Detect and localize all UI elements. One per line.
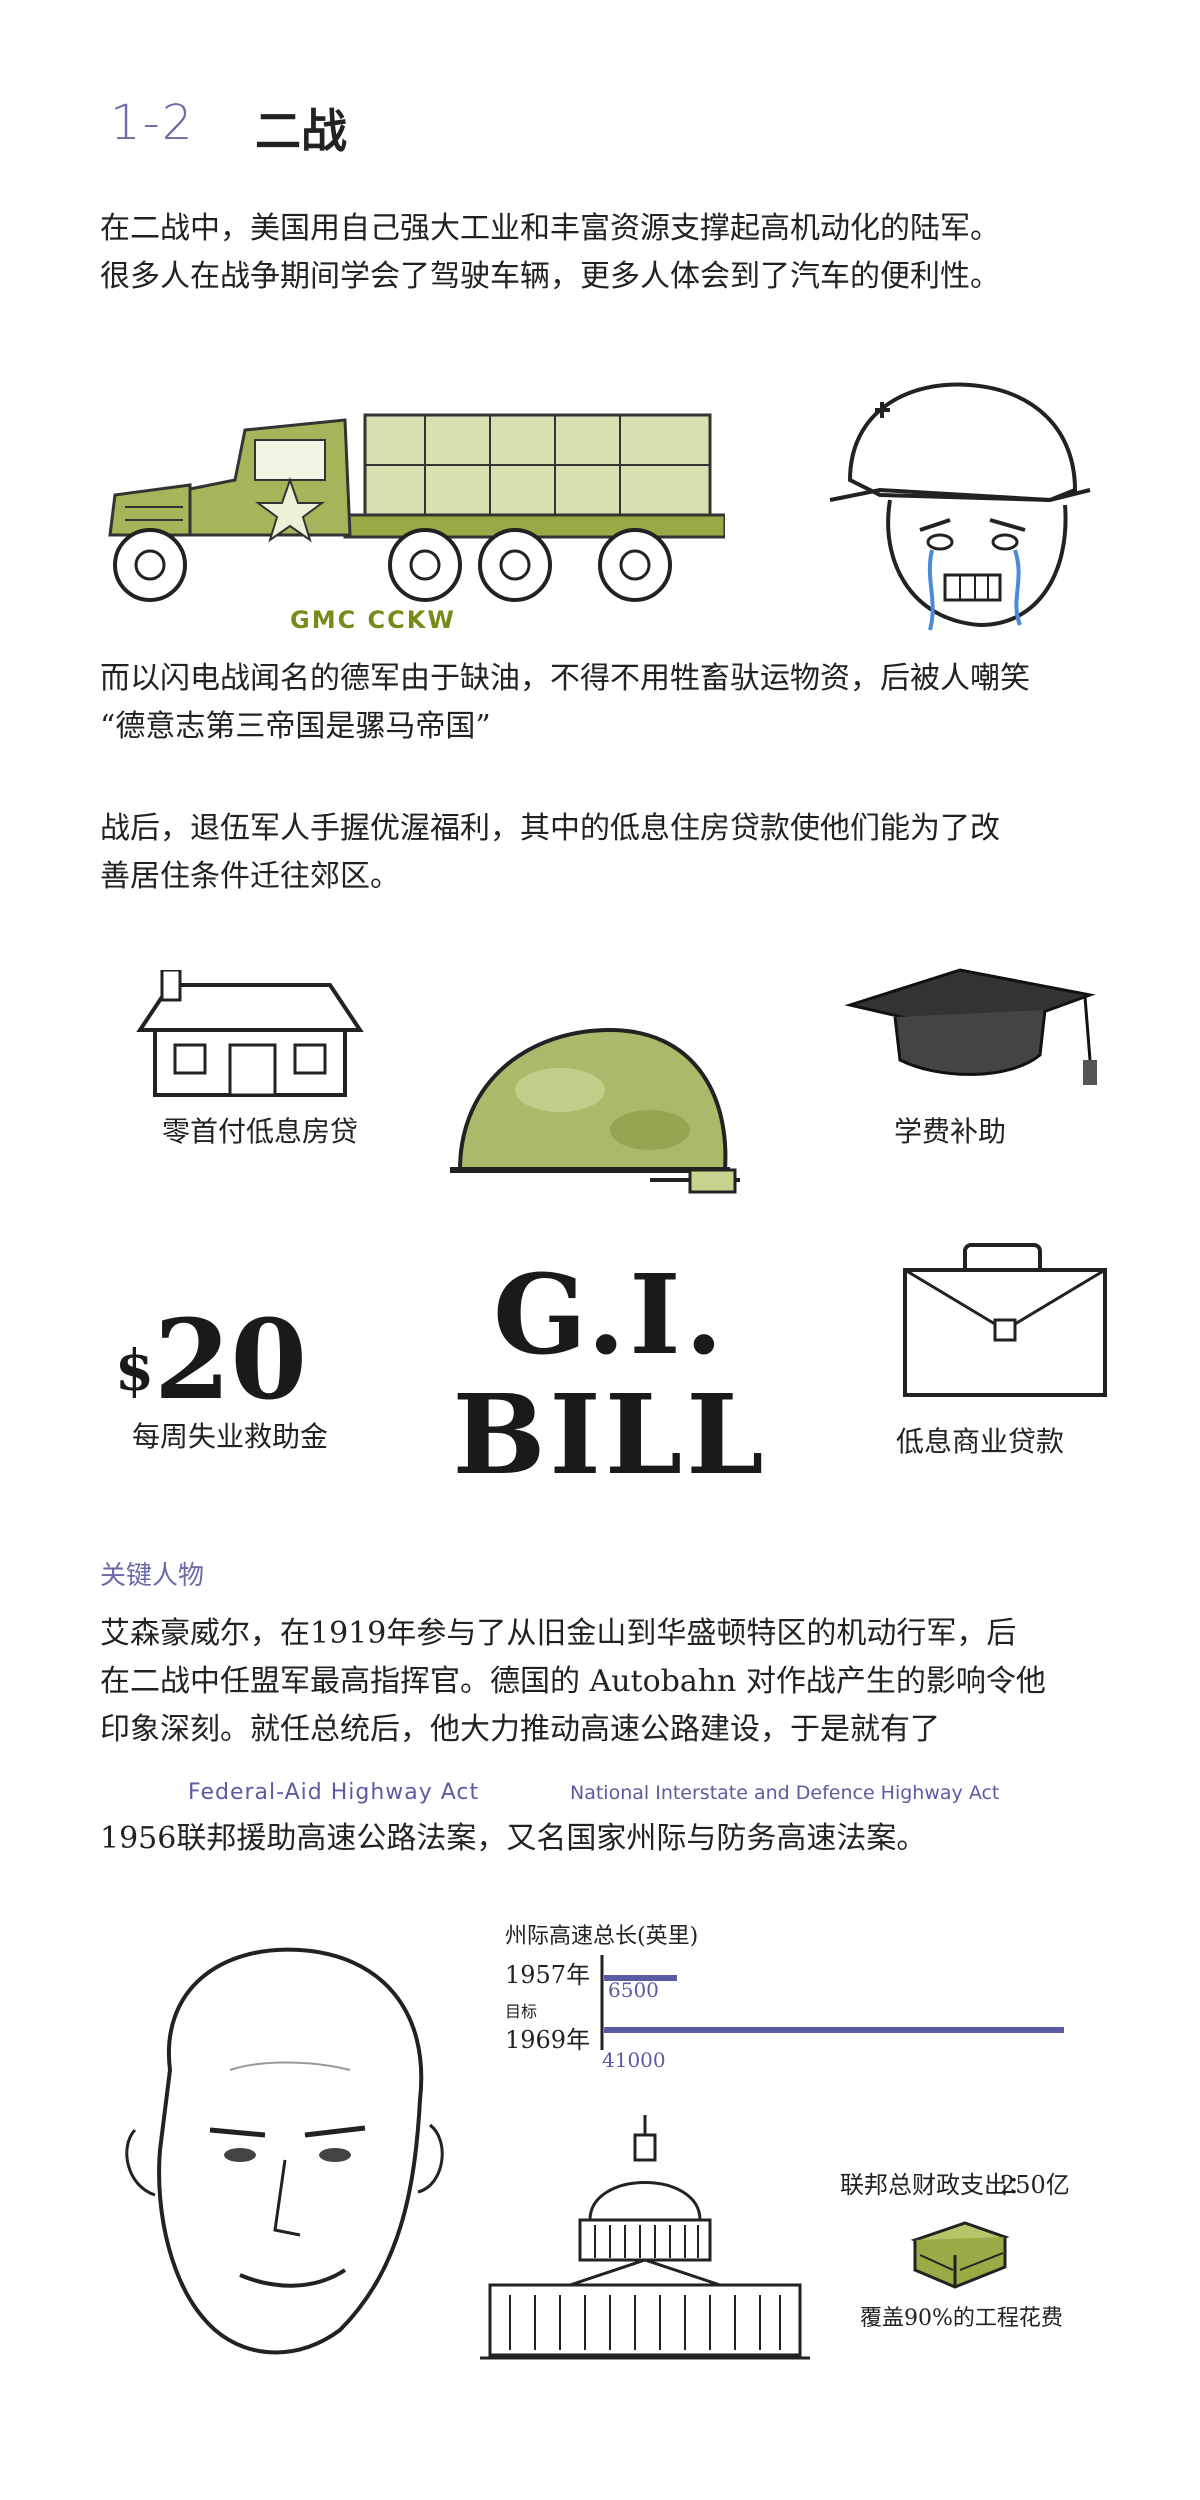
ike-line-2: 在二战中任盟军最高指挥官。德国的 Autobahn 对作战产生的影响令他	[100, 1664, 1046, 1699]
money-stack-icon	[910, 2221, 1010, 2289]
act-english-name-1: Federal-Aid Highway Act	[188, 1780, 480, 1805]
graduation-cap-icon	[844, 968, 1097, 1085]
intro-line-1: 在二战中，美国用自己强大工业和丰富资源支撑起高机动化的陆军。	[100, 211, 1000, 246]
dollar-sign: $	[115, 1338, 154, 1404]
benefit-business-loan-caption: 低息商业贷款	[895, 1425, 1064, 1458]
key-figure-label: 关键人物	[100, 1561, 205, 1591]
gi-bill-line-2: BILL	[452, 1370, 768, 1499]
chart-category-1969: 1969年	[505, 2026, 591, 2054]
section-title: 二战	[255, 104, 347, 158]
ike-line-3: 印象深刻。就任总统后，他大力推动高速公路建设，于是就有了	[100, 1712, 940, 1747]
blitz-line-1: 而以闪电战闻名的德军由于缺油，不得不用牲畜驮运物资，后被人嘲笑	[100, 661, 1030, 696]
intro-paragraph: 在二战中，美国用自己强大工业和丰富资源支撑起高机动化的陆军。 很多人在战争期间学…	[100, 205, 1160, 301]
act-line: 1956联邦援助高速公路法案，又名国家州际与防务高速法案。	[100, 1821, 927, 1856]
blitz-paragraph: 而以闪电战闻名的德军由于缺油，不得不用牲畜驮运物资，后被人嘲笑 “德意志第三帝国…	[100, 655, 1160, 751]
chart-value-label-1957: 6500	[608, 1978, 659, 2002]
benefit-tuition-caption: 学费补助	[893, 1115, 1006, 1148]
benefit-house-caption: 零首付低息房贷	[161, 1115, 358, 1148]
briefcase-icon	[903, 1243, 1107, 1397]
weekly-amount: $20	[115, 1295, 307, 1424]
postwar-line-2: 善居住条件迁往郊区。	[100, 859, 400, 894]
spending-coverage: 覆盖90%的工程花费	[860, 2306, 1063, 2331]
spending-value: 250亿	[1000, 2171, 1070, 2199]
chart-target-label: 目标	[505, 2002, 538, 2021]
crying-soldier-icon	[829, 382, 1091, 631]
chart-category-1957: 1957年	[505, 1961, 591, 1989]
blitz-line-2: “德意志第三帝国是骡马帝国”	[100, 709, 491, 744]
eisenhower-portrait-icon	[125, 1947, 444, 2355]
truck-icon	[108, 413, 725, 602]
ike-line-1: 艾森豪威尔，在1919年参与了从旧金山到华盛顿特区的机动行军，后	[100, 1616, 1017, 1651]
helmet-icon	[450, 1027, 740, 1194]
benefit-unemployment-caption: 每周失业救助金	[131, 1420, 328, 1453]
dollar-amount: 20	[153, 1295, 308, 1424]
ike-paragraph: 艾森豪威尔，在1919年参与了从旧金山到华盛顿特区的机动行军，后 在二战中任盟军…	[100, 1610, 1170, 1754]
gi-bill-logo: G.I. BILL	[440, 1255, 780, 1495]
intro-line-2: 很多人在战争期间学会了驾驶车辆，更多人体会到了汽车的便利性。	[100, 259, 1000, 294]
chart-title: 州际高速总长(英里)	[505, 1924, 699, 1949]
postwar-paragraph: 战后，退伍军人手握优渥福利，其中的低息住房贷款使他们能为了改 善居住条件迁往郊区…	[100, 805, 1160, 901]
capitol-building-icon	[480, 2115, 810, 2360]
section-number: 1-2	[110, 95, 195, 151]
house-icon	[136, 970, 364, 1097]
postwar-line-1: 战后，退伍军人手握优渥福利，其中的低息住房贷款使他们能为了改	[100, 811, 1000, 846]
highway-length-chart	[600, 1955, 1064, 2050]
chart-bar-1	[604, 2027, 1064, 2033]
truck-caption: GMC CCKW	[290, 606, 456, 634]
act-english-name-2: National Interstate and Defence Highway …	[570, 1782, 1000, 1804]
gi-bill-line-1: G.I.	[492, 1250, 728, 1379]
chart-value-label-1969: 41000	[602, 2048, 666, 2072]
